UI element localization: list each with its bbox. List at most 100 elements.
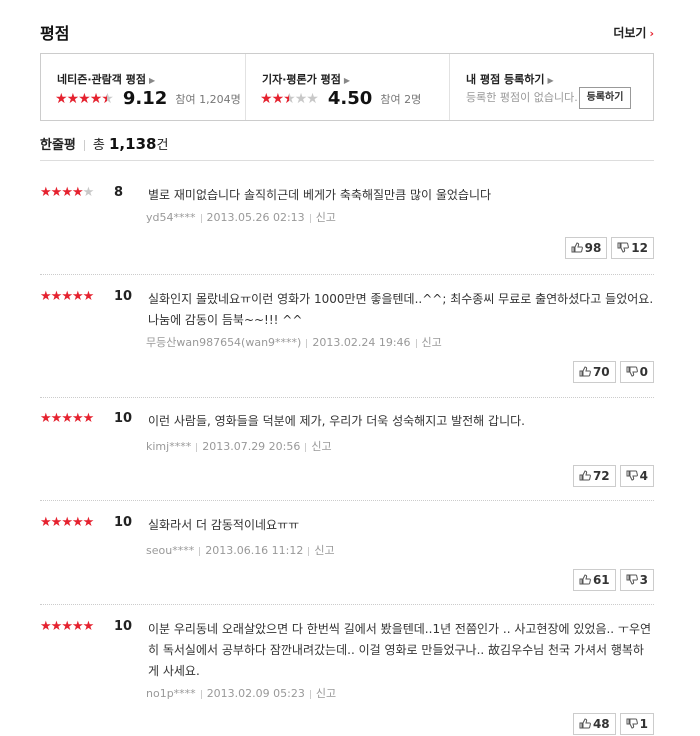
dislike-button[interactable]: 12 <box>611 237 654 259</box>
more-link[interactable]: 더보기 › <box>613 24 654 41</box>
dislike-button[interactable]: 4 <box>619 465 654 487</box>
review-star-rating: ★★★★★ <box>40 515 95 530</box>
review-meta: 무등산wan987654(wan9****) 2013.02.24 19:46 신고 <box>146 334 442 350</box>
dislike-count: 0 <box>639 365 648 379</box>
like-count: 70 <box>592 365 610 379</box>
divider <box>40 397 654 398</box>
review-user: seou**** <box>146 544 195 557</box>
comments-label: 한줄평 <box>40 138 76 153</box>
review-star-rating: ★★★★★ <box>40 185 94 200</box>
review-text: 별로 재미없습니다 솔직히근데 베게가 축축해질만큼 많이 울었습니다 <box>148 188 492 202</box>
star-icon: ★ <box>71 515 84 530</box>
report-link[interactable]: 신고 <box>311 440 331 453</box>
star-icon: ★ <box>50 619 63 634</box>
star-icon: ★ <box>66 90 80 107</box>
report-link[interactable]: 신고 <box>316 211 336 224</box>
star-icon: ★ <box>61 411 73 426</box>
like-button[interactable]: 61 <box>572 569 616 591</box>
divider <box>83 140 85 151</box>
thumbs-up-icon <box>579 366 591 377</box>
report-link[interactable]: 신고 <box>422 336 442 349</box>
star-icon: ★ <box>40 289 52 304</box>
review-votes: 72 4 <box>569 465 654 487</box>
star-icon: ★ <box>82 619 95 634</box>
register-button[interactable]: 등록하기 <box>579 87 631 109</box>
my-rating-empty: 등록한 평점이 없습니다. <box>466 91 578 104</box>
review-meta: yd54**** 2013.05.26 02:13 신고 <box>146 209 336 225</box>
divider <box>40 604 654 605</box>
review-score: 10 <box>114 289 133 304</box>
review-text: 실화라서 더 감동적이네요ㅠㅠ <box>148 518 300 532</box>
dislike-button[interactable]: 3 <box>619 569 654 591</box>
review-meta: seou**** 2013.06.16 11:12 신고 <box>146 542 335 558</box>
review-date: 2013.07.29 20:56 <box>202 440 301 453</box>
chevron-right-icon: › <box>649 27 654 40</box>
review-votes: 48 1 <box>569 713 654 735</box>
like-count: 98 <box>584 241 602 255</box>
rating-section: 평점 더보기 › 네티즌·관람객 평점 ▶ ★★★★★ 9.12 참여 1,204명… <box>40 0 654 735</box>
review-user: yd54**** <box>146 211 196 224</box>
star-icon: ★ <box>82 515 95 530</box>
netizen-star-rating: ★★★★★ <box>55 90 114 107</box>
like-count: 61 <box>592 573 610 587</box>
review-star-rating: ★★★★★ <box>40 619 95 634</box>
thumbs-up-icon <box>571 242 583 253</box>
netizen-rating-link[interactable]: 네티즌·관람객 평점 ▶ <box>57 71 155 87</box>
comments-header: 한줄평 총 1,138건 <box>40 134 654 161</box>
dislike-count: 1 <box>639 717 648 731</box>
my-rating-label: 내 평점 등록하기 <box>466 73 545 86</box>
thumbs-down-icon <box>626 366 638 377</box>
triangle-right-icon: ▶ <box>547 76 554 85</box>
comments-total-prefix: 총 <box>92 138 105 153</box>
review-text: 실화인지 몰랐네요ㅠ이런 영화가 1000만면 좋을텐데..^^; 최수종씨 무… <box>148 292 654 327</box>
review-votes: 61 3 <box>569 569 654 591</box>
star-icon: ★ <box>306 90 319 107</box>
star-icon: ★ <box>50 515 63 530</box>
star-icon: ★ <box>71 619 84 634</box>
netizen-count: 참여 1,204명 <box>175 92 241 106</box>
report-link[interactable]: 신고 <box>316 687 336 700</box>
dislike-button[interactable]: 1 <box>619 713 654 735</box>
my-rating: 내 평점 등록하기 ▶ 등록한 평점이 없습니다. 등록하기 <box>449 54 653 120</box>
thumbs-down-icon <box>617 242 630 253</box>
star-icon: ★ <box>40 185 52 200</box>
thumbs-down-icon <box>626 718 638 729</box>
review-text: 이분 우리동네 오래살았으면 다 한번씩 길에서 봤을텐데..1년 전쯤인가 .… <box>148 622 652 678</box>
critic-score: 4.50 <box>327 88 373 109</box>
review-date: 2013.02.09 05:23 <box>206 687 305 700</box>
star-icon: ★ <box>260 90 273 107</box>
critic-rating-link[interactable]: 기자·평론가 평점 ▶ <box>262 71 350 87</box>
review-user: 무등산wan987654(wan9****) <box>146 336 302 349</box>
comments-total: 1,138 <box>109 135 157 153</box>
like-button[interactable]: 98 <box>564 237 608 259</box>
star-icon: ★ <box>40 619 52 634</box>
like-button[interactable]: 72 <box>572 465 616 487</box>
divider <box>40 274 654 275</box>
review-meta: no1p**** 2013.02.09 05:23 신고 <box>146 685 336 701</box>
like-button[interactable]: 48 <box>572 713 616 735</box>
thumbs-up-icon <box>579 470 591 481</box>
critic-rating: 기자·평론가 평점 ▶ ★★★★★ 4.50 참여 2명 <box>245 54 449 120</box>
review-score: 10 <box>114 619 133 634</box>
review-votes: 70 0 <box>569 361 654 383</box>
report-link[interactable]: 신고 <box>314 544 334 557</box>
triangle-right-icon: ▶ <box>148 76 156 85</box>
star-icon: ★ <box>50 411 63 426</box>
review-score: 10 <box>114 411 133 426</box>
my-rating-link[interactable]: 내 평점 등록하기 ▶ <box>466 71 554 87</box>
critic-star-rating: ★★★★★ <box>260 90 319 107</box>
review-score: 10 <box>114 515 133 530</box>
critic-rating-label: 기자·평론가 평점 <box>262 73 341 86</box>
review-date: 2013.05.26 02:13 <box>206 211 305 224</box>
like-button[interactable]: 70 <box>572 361 616 383</box>
divider <box>40 500 654 501</box>
star-icon: ★ <box>61 289 73 304</box>
star-icon: ★ <box>82 289 95 304</box>
netizen-rating: 네티즌·관람객 평점 ▶ ★★★★★ 9.12 참여 1,204명 <box>41 54 245 120</box>
thumbs-down-icon <box>626 470 638 481</box>
dislike-button[interactable]: 0 <box>619 361 654 383</box>
review-star-rating: ★★★★★ <box>40 411 94 426</box>
thumbs-up-icon <box>579 574 591 585</box>
star-icon: ★ <box>71 289 84 304</box>
section-title: 평점 <box>40 24 70 43</box>
